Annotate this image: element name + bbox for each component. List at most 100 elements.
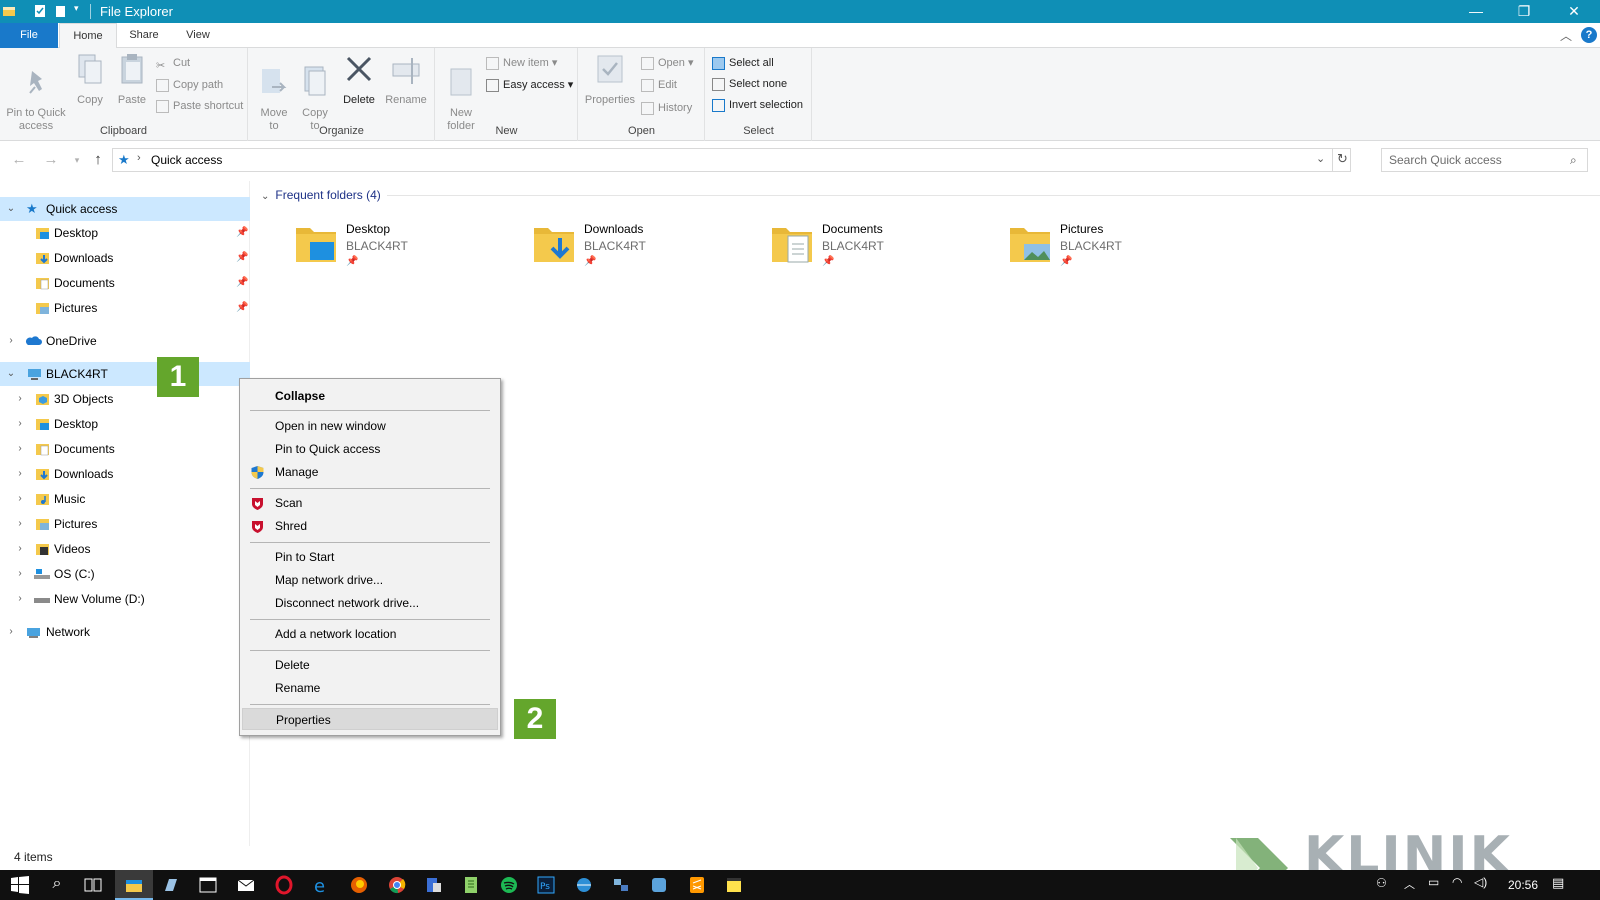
tab-file[interactable]: File <box>0 23 58 48</box>
new-folder-button[interactable]: New folder <box>442 52 480 133</box>
app-blue-taskbar-icon[interactable] <box>424 875 444 895</box>
nav-pc-new-volume-d[interactable]: › New Volume (D:) <box>0 587 250 611</box>
properties-qat-icon[interactable] <box>33 4 47 18</box>
menu-delete[interactable]: Delete <box>242 654 498 676</box>
spotify-taskbar-icon[interactable] <box>499 875 519 895</box>
wifi-icon[interactable]: ◠ <box>1452 875 1462 889</box>
select-none-button[interactable]: Select none <box>712 75 787 93</box>
select-all-button[interactable]: Select all <box>712 54 774 72</box>
expand-chevron-icon[interactable]: › <box>14 512 26 536</box>
photoshop-taskbar-icon[interactable]: Ps <box>536 875 556 895</box>
nav-pc-desktop[interactable]: › Desktop <box>0 412 250 436</box>
expand-chevron-icon[interactable]: › <box>14 387 26 411</box>
menu-manage[interactable]: Manage <box>242 461 498 483</box>
windows-start-icon[interactable] <box>10 875 30 895</box>
expand-chevron-icon[interactable]: ⌄ <box>5 197 17 221</box>
edit-button[interactable]: Edit <box>641 76 677 94</box>
chrome-taskbar-icon[interactable] <box>387 875 407 895</box>
rename-button[interactable]: Rename <box>382 52 430 107</box>
close-button[interactable]: ✕ <box>1550 0 1598 23</box>
taskbar-file-explorer[interactable] <box>115 870 153 900</box>
action-center-icon[interactable]: ▤ <box>1552 875 1564 891</box>
up-arrow-icon[interactable]: ↑ <box>87 150 109 170</box>
address-dropdown-icon[interactable]: ⌄ <box>1316 152 1325 165</box>
task-view-icon[interactable] <box>83 875 103 895</box>
menu-shred[interactable]: Shred <box>242 515 498 537</box>
new-folder-qat-icon[interactable] <box>54 4 68 18</box>
nav-pc-pictures[interactable]: › Pictures <box>0 512 250 536</box>
app-network-taskbar-icon[interactable] <box>611 875 631 895</box>
pin-quick-access-button[interactable]: Pin to Quick access <box>4 52 68 133</box>
breadcrumb-quick-access[interactable]: Quick access <box>151 153 222 167</box>
menu-open-new-window[interactable]: Open in new window <box>242 415 498 437</box>
move-to-button[interactable]: Move to <box>255 52 293 133</box>
opera-taskbar-icon[interactable] <box>274 875 294 895</box>
folder-tile-documents[interactable]: Documents BLACK4RT 📌 <box>770 218 990 278</box>
nav-quick-access[interactable]: ⌄ ★ Quick access <box>0 197 250 221</box>
history-button[interactable]: History <box>641 99 692 117</box>
nav-onedrive[interactable]: › OneDrive <box>0 329 250 353</box>
sticky-notes-taskbar-icon[interactable] <box>724 875 744 895</box>
taskbar-clock[interactable]: 20:56 <box>1508 878 1538 892</box>
volume-icon[interactable]: ◁) <box>1474 875 1487 889</box>
recent-locations-chevron-icon[interactable]: ▾ <box>66 150 88 170</box>
menu-map-network-drive[interactable]: Map network drive... <box>242 569 498 591</box>
menu-properties[interactable]: Properties <box>242 708 498 730</box>
copy-to-button[interactable]: Copy to <box>296 52 334 133</box>
qat-dropdown-icon[interactable]: ▾ <box>74 3 79 14</box>
search-taskbar-icon[interactable]: ⌕ <box>47 875 67 895</box>
copy-button[interactable]: Copy <box>70 52 110 107</box>
menu-collapse[interactable]: Collapse <box>242 385 498 407</box>
menu-disconnect-network-drive[interactable]: Disconnect network drive... <box>242 592 498 614</box>
expand-chevron-icon[interactable]: › <box>14 437 26 461</box>
tab-home[interactable]: Home <box>59 23 117 49</box>
expand-chevron-icon[interactable]: › <box>14 587 26 611</box>
expand-chevron-icon[interactable]: › <box>14 537 26 561</box>
nav-qa-downloads[interactable]: Downloads 📌 <box>0 246 250 270</box>
new-item-button[interactable]: New item ▾ <box>486 54 557 72</box>
properties-ribbon-button[interactable]: Properties <box>583 52 637 107</box>
menu-pin-to-start[interactable]: Pin to Start <box>242 546 498 568</box>
expand-chevron-icon[interactable]: › <box>14 462 26 486</box>
nav-pc-videos[interactable]: › Videos <box>0 537 250 561</box>
nav-pc-music[interactable]: › Music <box>0 487 250 511</box>
app-puzzle-taskbar-icon[interactable] <box>649 875 669 895</box>
open-button[interactable]: Open ▾ <box>641 54 694 72</box>
menu-add-network-location[interactable]: Add a network location <box>242 623 498 645</box>
breadcrumb-chevron-icon[interactable]: › <box>137 152 141 164</box>
minimize-button[interactable]: — <box>1452 0 1500 23</box>
group-collapse-chevron-icon[interactable]: ⌄ <box>261 191 269 202</box>
menu-scan[interactable]: Scan <box>242 492 498 514</box>
nav-network[interactable]: › Network <box>0 620 250 644</box>
help-icon[interactable]: ? <box>1581 27 1597 43</box>
app-taskbar-icon[interactable] <box>161 875 181 895</box>
ribbon-collapse-icon[interactable]: ︿ <box>1560 27 1572 44</box>
invert-selection-button[interactable]: Invert selection <box>712 96 803 114</box>
firefox-taskbar-icon[interactable] <box>349 875 369 895</box>
nav-qa-desktop[interactable]: Desktop 📌 <box>0 221 250 245</box>
expand-chevron-icon[interactable]: › <box>14 487 26 511</box>
folder-tile-downloads[interactable]: Downloads BLACK4RT 📌 <box>532 218 752 278</box>
expand-chevron-icon[interactable]: ⌄ <box>5 362 17 386</box>
maximize-button[interactable]: ❐ <box>1500 0 1548 23</box>
nav-this-pc[interactable]: ⌄ BLACK4RT <box>0 362 250 386</box>
menu-pin-quick-access[interactable]: Pin to Quick access <box>242 438 498 460</box>
menu-rename[interactable]: Rename <box>242 677 498 699</box>
refresh-icon[interactable]: ↻ <box>1337 151 1348 167</box>
expand-chevron-icon[interactable]: › <box>5 620 17 644</box>
frequent-folders-header[interactable]: ⌄ Frequent folders (4) <box>261 188 1600 202</box>
paste-shortcut-button[interactable]: Paste shortcut <box>156 97 243 115</box>
nav-pc-documents[interactable]: › Documents <box>0 437 250 461</box>
folder-tile-pictures[interactable]: Pictures BLACK4RT 📌 <box>1008 218 1228 278</box>
nav-pc-os-c[interactable]: › OS (C:) <box>0 562 250 586</box>
tab-share[interactable]: Share <box>118 23 170 48</box>
nav-pc-3d-objects[interactable]: › 3D Objects <box>0 387 250 411</box>
search-input[interactable]: Search Quick access ⌕ <box>1381 148 1588 172</box>
easy-access-button[interactable]: Easy access ▾ <box>486 76 573 94</box>
edge-taskbar-icon[interactable]: e <box>311 875 331 895</box>
nav-pc-downloads[interactable]: › Downloads <box>0 462 250 486</box>
nav-qa-documents[interactable]: Documents 📌 <box>0 271 250 295</box>
show-hidden-icons-chevron[interactable]: ︿ <box>1404 876 1415 892</box>
back-arrow-icon[interactable]: ← <box>8 150 30 170</box>
forward-arrow-icon[interactable]: → <box>40 150 62 170</box>
